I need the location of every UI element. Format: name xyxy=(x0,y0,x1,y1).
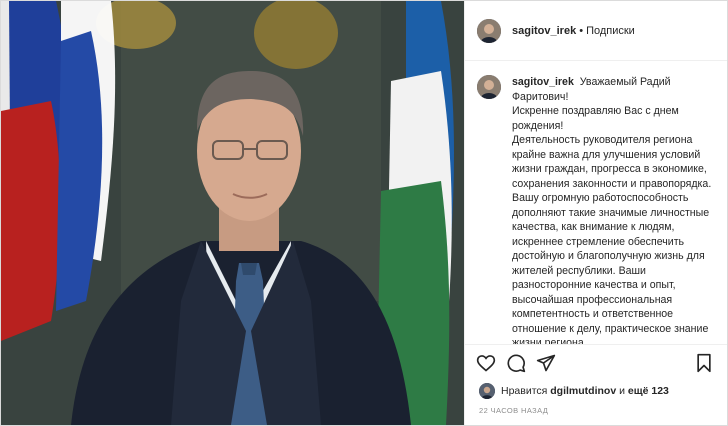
liker-username[interactable]: dgilmutdinov xyxy=(550,385,616,397)
comment-button[interactable] xyxy=(503,350,529,376)
caption-text: sagitov_irek Уважаемый Радий Фаритович! … xyxy=(512,75,714,344)
post-header: sagitov_irek • Подписки xyxy=(465,1,727,61)
caption-username[interactable]: sagitov_irek xyxy=(512,76,574,88)
avatar[interactable] xyxy=(477,18,501,43)
header-username[interactable]: sagitov_irek xyxy=(512,25,576,37)
save-button[interactable] xyxy=(691,350,717,376)
share-button[interactable] xyxy=(533,350,559,376)
header-separator: • xyxy=(579,24,584,37)
post-timestamp[interactable]: 22 часов назад xyxy=(465,402,727,425)
comment-icon xyxy=(507,353,526,372)
likes-prefix: Нравится xyxy=(501,385,548,397)
header-text: sagitov_irek • Подписки xyxy=(512,25,635,37)
bookmark-icon xyxy=(697,353,711,372)
liker-avatar[interactable] xyxy=(479,383,495,399)
likes-summary: Нравится dgilmutdinov и ещё 123 xyxy=(465,380,727,402)
caption-avatar[interactable] xyxy=(477,75,501,99)
paper-plane-icon xyxy=(536,354,556,371)
likes-others[interactable]: ещё 123 xyxy=(628,385,669,397)
avatar-image xyxy=(479,383,495,399)
caption-line: sagitov_irek Уважаемый Радий Фаритович! xyxy=(512,75,714,104)
caption-line: Деятельность руководителя региона крайне… xyxy=(512,134,712,344)
follow-button[interactable]: Подписки xyxy=(586,25,635,37)
post-actions xyxy=(465,344,727,380)
caption-line: Искренне поздравляю Вас с днем рождения! xyxy=(512,105,679,132)
caption-area: sagitov_irek Уважаемый Радий Фаритович! … xyxy=(465,61,727,344)
portrait-image xyxy=(1,1,464,425)
instagram-post: sagitov_irek • Подписки sagitov_irek Уважа… xyxy=(0,0,728,426)
heart-icon xyxy=(476,354,496,372)
avatar-image xyxy=(477,75,501,99)
like-button[interactable] xyxy=(473,350,499,376)
likes-connector: и xyxy=(619,385,625,397)
post-side-panel: sagitov_irek • Подписки sagitov_irek Уважа… xyxy=(464,1,727,425)
avatar-image xyxy=(477,18,501,43)
post-photo[interactable] xyxy=(1,1,464,425)
